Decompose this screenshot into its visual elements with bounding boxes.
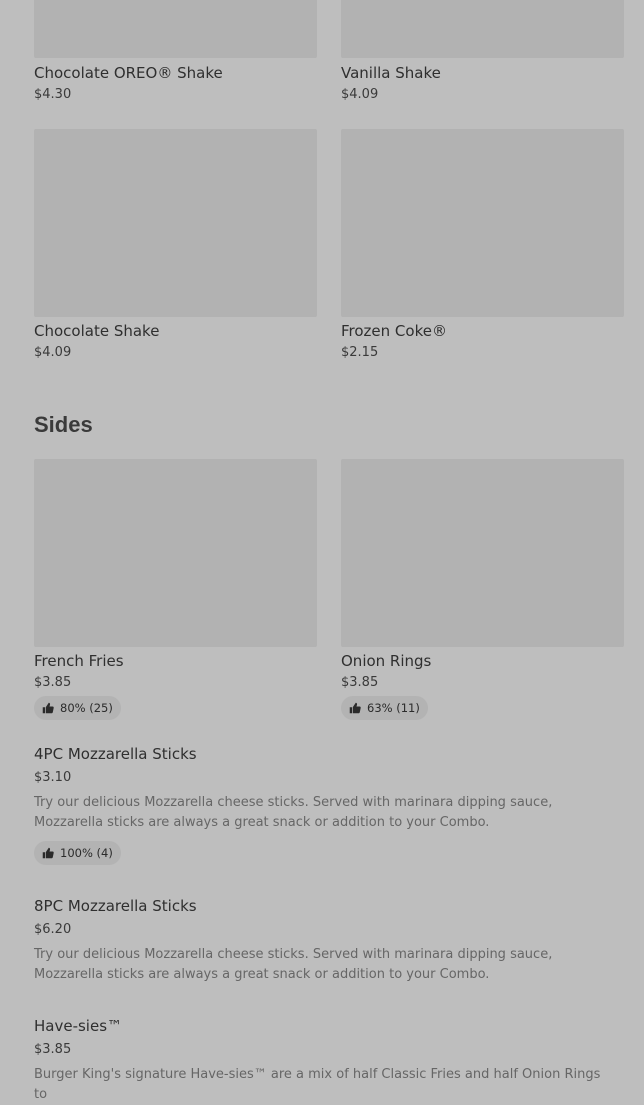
menu-card[interactable]: Vanilla Shake $4.09 — [341, 0, 624, 103]
item-description: Try our delicious Mozzarella cheese stic… — [34, 947, 553, 982]
rating-text: 80% (25) — [60, 701, 113, 715]
item-price: $3.85 — [34, 675, 72, 690]
item-name: 4PC Mozzarella Sticks — [34, 745, 197, 763]
item-description: Burger King's signature Have-sies™ are a… — [34, 1067, 601, 1102]
rating-badge: 80% (25) — [34, 696, 121, 720]
menu-card[interactable]: French Fries $3.85 80% (25) — [34, 459, 317, 720]
section-title-sides: Sides — [34, 412, 93, 437]
rating-text: 100% (4) — [60, 846, 113, 860]
item-price: $3.85 — [341, 675, 379, 690]
menu-card[interactable]: Chocolate Shake $4.09 — [34, 129, 317, 361]
item-price: $6.20 — [34, 922, 72, 937]
rating-text: 63% (11) — [367, 701, 420, 715]
item-image — [341, 0, 624, 58]
item-image — [341, 459, 624, 647]
item-price: $4.09 — [341, 87, 379, 102]
rating-badge: 100% (4) — [34, 841, 121, 865]
thumbs-up-icon — [349, 702, 361, 714]
item-name: Have-sies™ — [34, 1017, 123, 1035]
item-name: French Fries — [34, 652, 124, 670]
item-image — [34, 459, 317, 647]
item-name: Vanilla Shake — [341, 64, 441, 82]
item-image — [341, 129, 624, 317]
item-name: 8PC Mozzarella Sticks — [34, 897, 197, 915]
item-description: Try our delicious Mozzarella cheese stic… — [34, 795, 553, 830]
list-item[interactable]: Have-sies™ $3.85 Burger King's signature… — [34, 1017, 614, 1105]
item-price: $4.30 — [34, 87, 72, 102]
list-item[interactable]: 8PC Mozzarella Sticks $6.20 Try our deli… — [34, 897, 614, 985]
item-image — [34, 0, 317, 58]
item-image — [34, 129, 317, 317]
rating-badge: 63% (11) — [341, 696, 428, 720]
thumbs-up-icon — [42, 702, 54, 714]
thumbs-up-icon — [42, 847, 54, 859]
menu-card[interactable]: Chocolate OREO® Shake $4.30 — [34, 0, 317, 103]
item-name: Chocolate OREO® Shake — [34, 64, 223, 82]
item-price: $3.85 — [34, 1042, 72, 1057]
item-name: Frozen Coke® — [341, 322, 447, 340]
item-price: $4.09 — [34, 345, 72, 360]
item-name: Chocolate Shake — [34, 322, 160, 340]
item-price: $2.15 — [341, 345, 379, 360]
list-item[interactable]: 4PC Mozzarella Sticks $3.10 Try our deli… — [34, 745, 614, 865]
item-price: $3.10 — [34, 770, 72, 785]
item-name: Onion Rings — [341, 652, 432, 670]
menu-card[interactable]: Frozen Coke® $2.15 — [341, 129, 624, 361]
menu-card[interactable]: Onion Rings $3.85 63% (11) — [341, 459, 624, 720]
